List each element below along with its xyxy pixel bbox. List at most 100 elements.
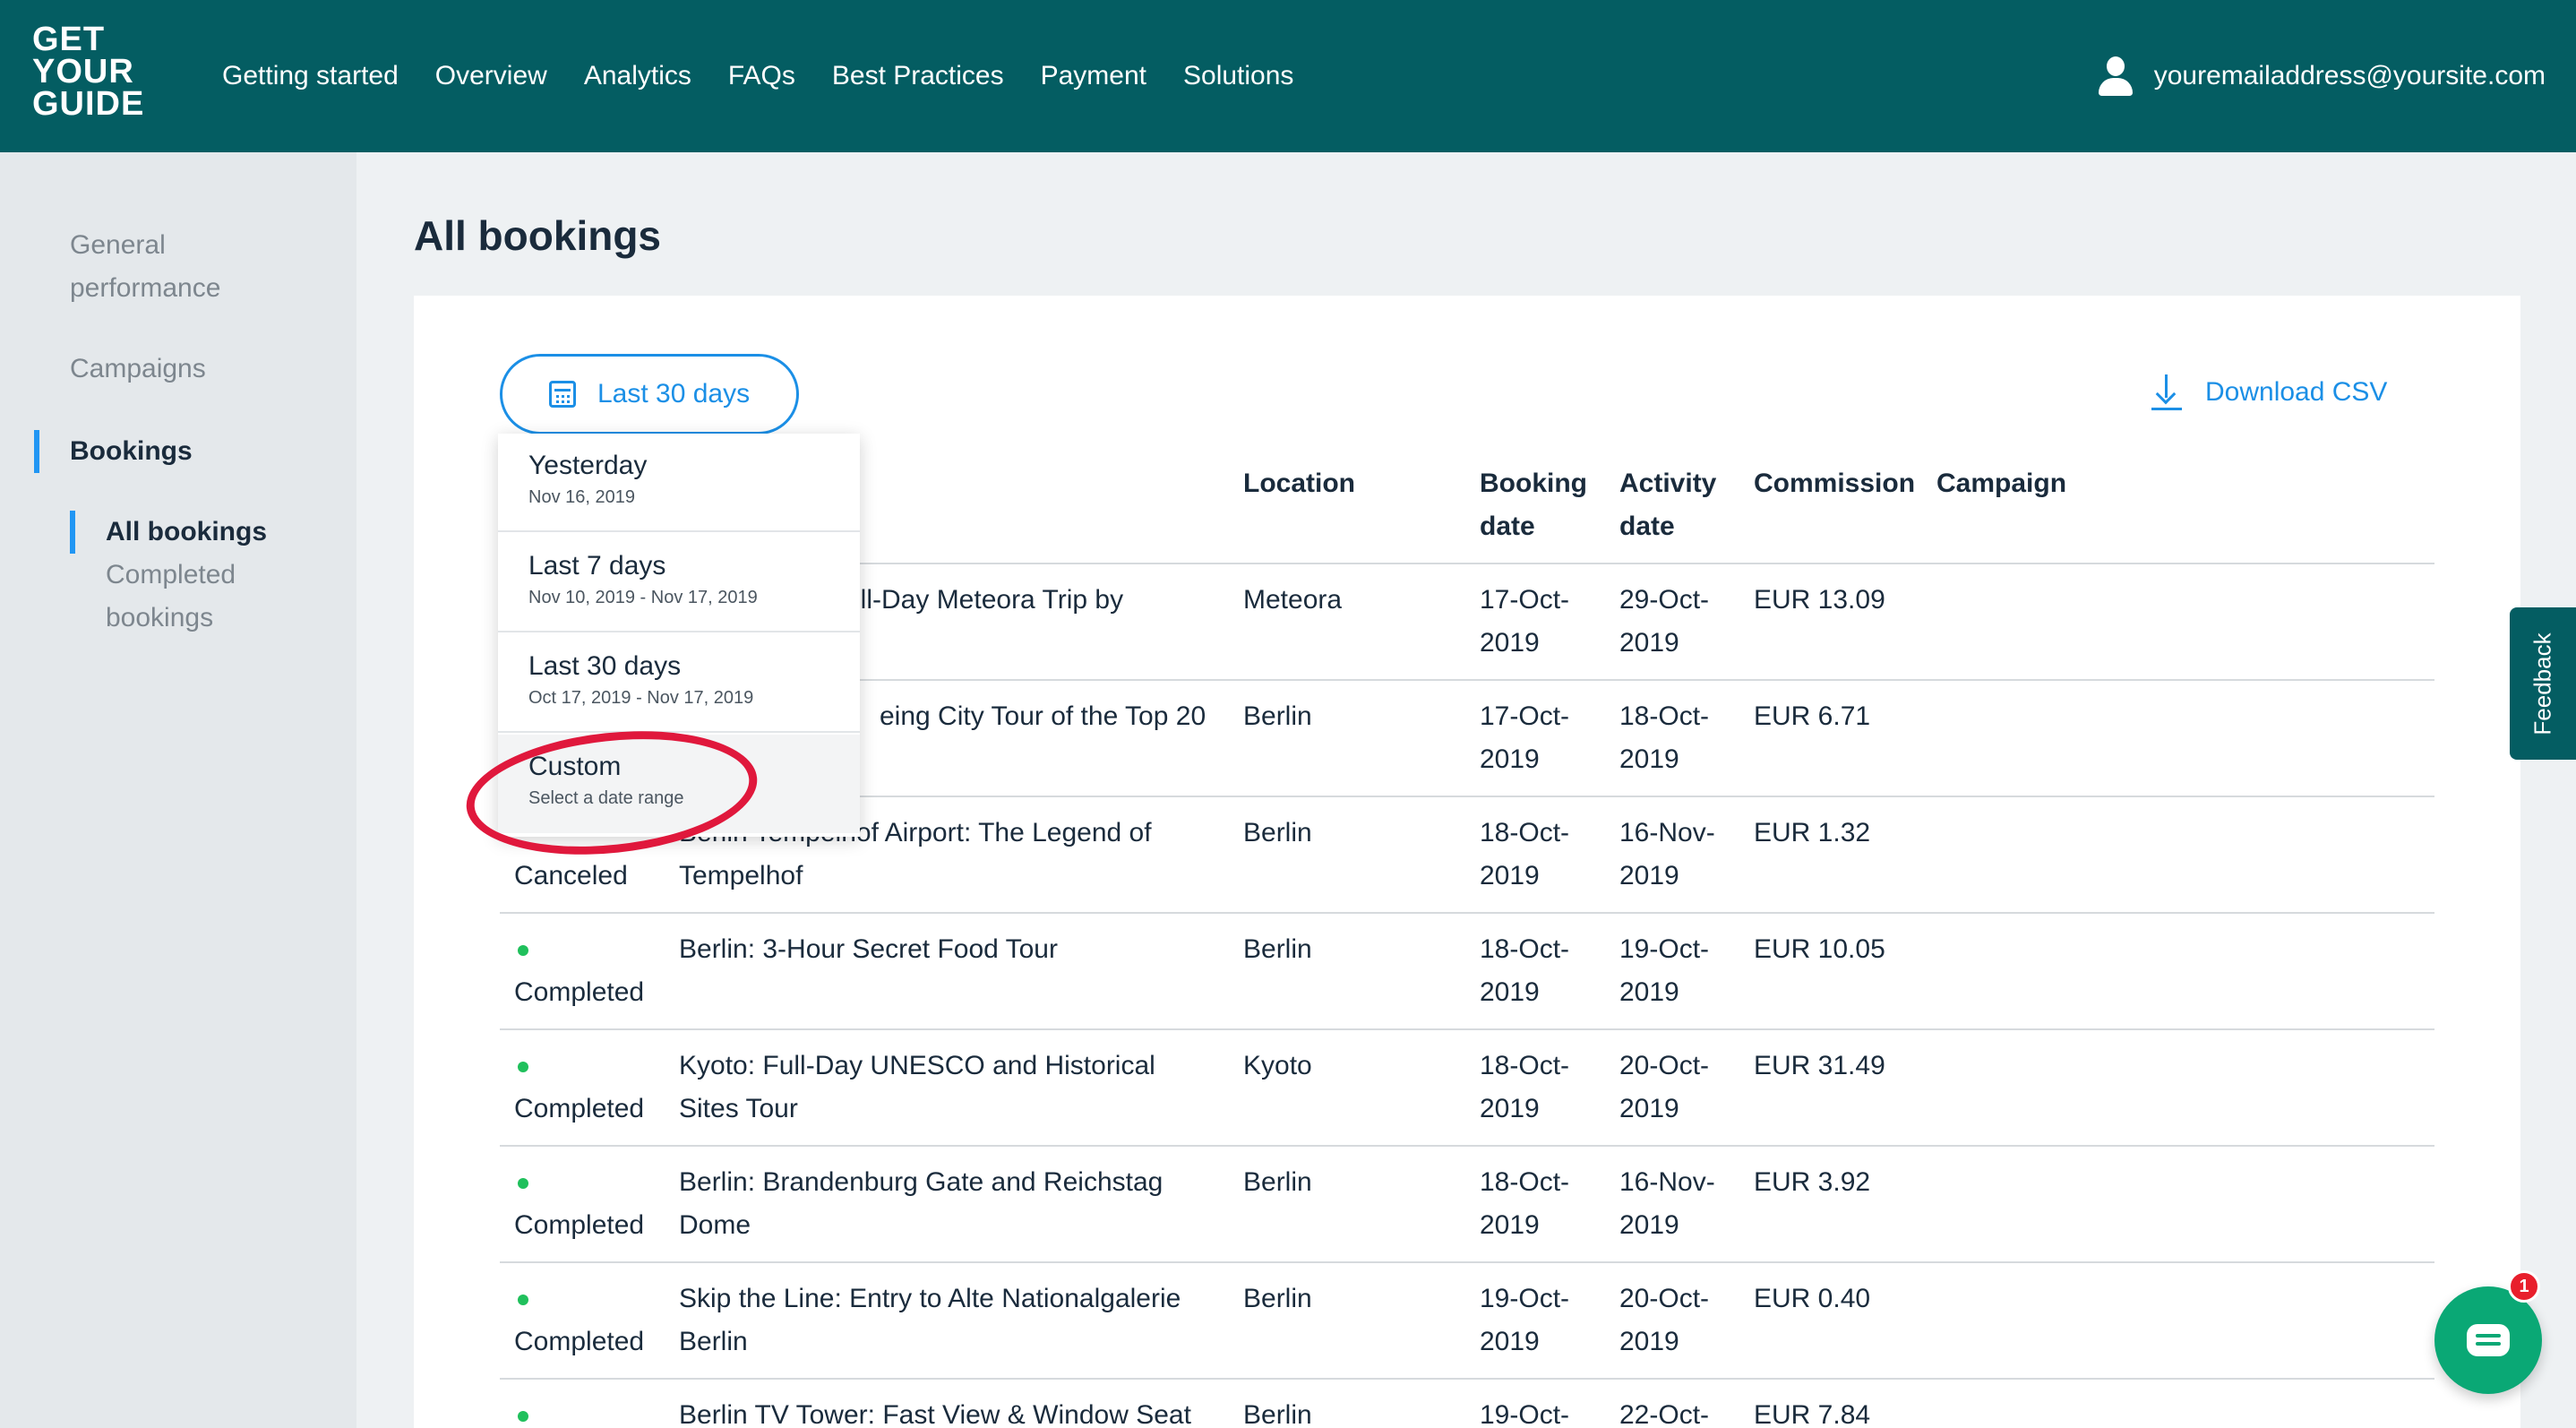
feedback-tab-label-wrap[interactable]: Feedback: [2510, 607, 2576, 760]
column-header-commission[interactable]: Commission: [1754, 462, 1915, 505]
activity-date: 16-Nov- 2019: [1619, 1161, 1715, 1247]
activity-date: 16-Nov- 2019: [1619, 812, 1715, 898]
location: Kyoto: [1243, 1051, 1312, 1080]
date-line: 2019: [1619, 1094, 1679, 1123]
chat-icon: [2467, 1324, 2510, 1356]
option-sublabel: Nov 10, 2019 - Nov 17, 2019: [528, 588, 758, 607]
option-sublabel: Oct 17, 2019 - Nov 17, 2019: [528, 688, 754, 708]
nav-overview[interactable]: Overview: [435, 61, 547, 91]
location: Berlin: [1243, 1400, 1312, 1428]
nav-payment[interactable]: Payment: [1041, 61, 1146, 91]
commission: EUR 13.09: [1754, 585, 1885, 615]
download-csv-link[interactable]: Download CSV: [2151, 367, 2387, 417]
location: Berlin: [1243, 1284, 1312, 1313]
commission: EUR 10.05: [1754, 934, 1885, 964]
column-header-booking-date[interactable]: Booking date: [1480, 462, 1587, 548]
table-divider: [500, 1378, 2434, 1380]
header-line: Booking: [1480, 469, 1587, 498]
date-line: 16-Nov-: [1619, 1167, 1715, 1197]
column-header-location[interactable]: Location: [1243, 462, 1355, 505]
sidebar-item-general-performance[interactable]: General performance: [70, 224, 220, 310]
date-line: 2019: [1619, 1210, 1679, 1240]
getyourguide-logo[interactable]: GET YOUR GUIDE: [32, 22, 158, 123]
booking-date: 18-Oct- 2019: [1480, 928, 1569, 1014]
date-option-last-7-days[interactable]: Last 7 days Nov 10, 2019 - Nov 17, 2019: [498, 534, 860, 632]
date-option-yesterday[interactable]: Yesterday Nov 16, 2019: [498, 434, 860, 532]
date-option-custom[interactable]: Custom Select a date range: [498, 735, 860, 833]
date-line: 29-Oct-: [1619, 585, 1710, 615]
date-line: 2019: [1619, 628, 1679, 658]
sidebar-item-label: Completed: [106, 560, 236, 589]
status-text: Completed: [514, 977, 645, 1007]
date-line: 18-Oct-: [1480, 1167, 1570, 1197]
date-line: 17-Oct-: [1480, 701, 1570, 731]
header-line: Activity: [1619, 469, 1717, 498]
activity-line: Kyoto: Full-Day UNESCO and Historical: [679, 1051, 1155, 1080]
status-text: Completed: [514, 1327, 645, 1356]
nav-getting-started[interactable]: Getting started: [222, 61, 399, 91]
location: Meteora: [1243, 585, 1343, 615]
nav-best-practices[interactable]: Best Practices: [832, 61, 1004, 91]
sidebar-item-campaigns[interactable]: Campaigns: [70, 348, 206, 391]
booking-date: 18-Oct- 2019: [1480, 812, 1569, 898]
activity-line: Berlin: Brandenburg Gate and Reichstag: [679, 1167, 1163, 1197]
date-line: 19-Oct-: [1480, 1284, 1570, 1313]
status-dot: [518, 1295, 528, 1305]
activity-name[interactable]: Berlin: Brandenburg Gate and Reichstag Do…: [679, 1161, 1163, 1247]
activity-name[interactable]: eing City Tour of the Top 20: [880, 695, 1206, 738]
logo-line-2: YOUR: [32, 53, 134, 90]
option-label: Last 30 days: [528, 651, 682, 681]
date-range-dropdown: Yesterday Nov 16, 2019 Last 7 days Nov 1…: [498, 434, 860, 837]
status-dot: [518, 1062, 528, 1072]
activity-line: Dome: [679, 1210, 751, 1240]
activity-name[interactable]: Berlin: 3-Hour Secret Food Tour: [679, 928, 1058, 971]
date-option-last-30-days[interactable]: Last 30 days Oct 17, 2019 - Nov 17, 2019: [498, 634, 860, 733]
activity-line: Berlin: [679, 1327, 748, 1356]
logo-line-3: GUIDE: [32, 85, 145, 123]
location: Berlin: [1243, 934, 1312, 964]
date-range-button[interactable]: Last 30 days: [500, 354, 799, 434]
column-header-campaign[interactable]: Campaign: [1936, 462, 2066, 505]
booking-date: 19-Oct-: [1480, 1400, 1570, 1428]
booking-date: 17-Oct- 2019: [1480, 695, 1569, 781]
activity-name[interactable]: ull-Day Meteora Trip by: [846, 579, 1123, 622]
nav-solutions[interactable]: Solutions: [1183, 61, 1293, 91]
date-line: 2019: [1619, 744, 1679, 774]
top-navigation-bar: GET YOUR GUIDE Getting started Overview …: [0, 0, 2576, 152]
date-line: 2019: [1619, 861, 1679, 890]
activity-date: 20-Oct- 2019: [1619, 1277, 1709, 1363]
date-line: 18-Oct-: [1480, 818, 1570, 847]
status-dot: [518, 945, 528, 956]
column-header-activity-date[interactable]: Activity date: [1619, 462, 1716, 548]
option-label: Last 7 days: [528, 551, 666, 581]
option-sublabel: Nov 16, 2019: [528, 487, 635, 507]
sidebar-item-bookings[interactable]: Bookings: [70, 430, 193, 473]
date-line: 17-Oct-: [1480, 585, 1570, 615]
date-line: 2019: [1619, 1327, 1679, 1356]
date-line: 18-Oct-: [1480, 1051, 1570, 1080]
date-line: 2019: [1480, 744, 1540, 774]
location: Berlin: [1243, 701, 1312, 731]
activity-name[interactable]: Kyoto: Full-Day UNESCO and Historical Sit…: [679, 1045, 1155, 1131]
sidebar-item-label: bookings: [106, 603, 214, 632]
table-divider: [500, 912, 2434, 914]
sidebar-subitem-completed-bookings[interactable]: Completed bookings: [106, 554, 236, 640]
date-line: 18-Oct-: [1619, 701, 1710, 731]
activity-line: Sites Tour: [679, 1094, 798, 1123]
activity-date: 20-Oct- 2019: [1619, 1045, 1709, 1131]
chat-launcher-button[interactable]: [2434, 1286, 2542, 1394]
status-text: Canceled: [514, 861, 628, 890]
date-line: 2019: [1480, 977, 1540, 1007]
commission: EUR 0.40: [1754, 1284, 1871, 1313]
nav-analytics[interactable]: Analytics: [584, 61, 691, 91]
option-label: Custom: [528, 752, 622, 781]
nav-faqs[interactable]: FAQs: [728, 61, 795, 91]
user-account-menu[interactable]: youremailaddress@yoursite.com: [2098, 0, 2546, 152]
sidebar-subitem-all-bookings[interactable]: All bookings: [106, 511, 267, 554]
commission: EUR 3.92: [1754, 1167, 1871, 1197]
activity-name[interactable]: Skip the Line: Entry to Alte Nationalgal…: [679, 1277, 1181, 1363]
status-dot: [518, 1178, 528, 1189]
activity-name[interactable]: Berlin TV Tower: Fast View & Window Seat: [679, 1394, 1191, 1428]
commission: EUR 1.32: [1754, 818, 1871, 847]
table-divider: [500, 1145, 2434, 1147]
